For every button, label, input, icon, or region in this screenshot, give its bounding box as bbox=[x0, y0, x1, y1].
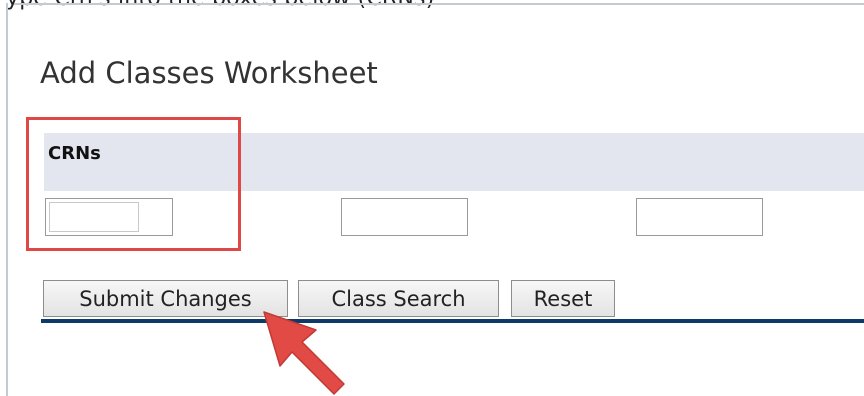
class-search-button[interactable]: Class Search bbox=[298, 280, 499, 317]
section-divider-rule bbox=[41, 319, 864, 323]
submit-changes-button[interactable]: Submit Changes bbox=[43, 280, 288, 317]
crn-header-band bbox=[44, 133, 864, 191]
instruction-text-cut: ype Crn's into the boxes below (CRNs) bbox=[6, 0, 434, 11]
crn-input-1[interactable] bbox=[45, 198, 173, 236]
page-title: Add Classes Worksheet bbox=[40, 56, 378, 90]
reset-button[interactable]: Reset bbox=[511, 280, 615, 317]
crn-input-3[interactable] bbox=[636, 198, 763, 236]
crn-header-label: CRNs bbox=[48, 143, 101, 164]
crn-input-2[interactable] bbox=[341, 198, 468, 236]
frame-left-border bbox=[6, 3, 8, 396]
registration-page: ype Crn's into the boxes below (CRNs) Ad… bbox=[0, 0, 864, 396]
frame-top-border bbox=[14, 3, 864, 5]
